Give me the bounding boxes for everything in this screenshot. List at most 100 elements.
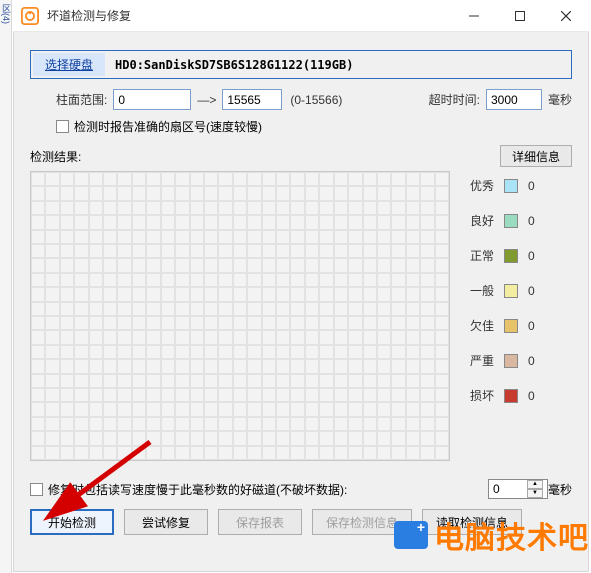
save-report-button[interactable]: 保存报表 — [218, 509, 302, 535]
grid-cell — [146, 431, 160, 445]
grid-cell — [363, 230, 377, 244]
repair-slow-checkbox[interactable] — [30, 483, 43, 496]
save-scan-info-button[interactable]: 保存检测信息 — [312, 509, 412, 535]
grid-cell — [74, 359, 88, 373]
grid-cell — [363, 215, 377, 229]
grid-cell — [31, 330, 45, 344]
grid-cell — [132, 402, 146, 416]
grid-cell — [247, 345, 261, 359]
spinner-buttons[interactable]: ▲▼ — [527, 480, 543, 498]
grid-cell — [161, 316, 175, 330]
grid-cell — [334, 230, 348, 244]
grid-cell — [190, 359, 204, 373]
grid-cell — [103, 287, 117, 301]
grid-cell — [132, 258, 146, 272]
grid-cell — [406, 186, 420, 200]
grid-cell — [103, 244, 117, 258]
grid-cell — [175, 431, 189, 445]
grid-cell — [45, 273, 59, 287]
grid-cell — [132, 172, 146, 186]
grid-cell — [334, 374, 348, 388]
grid-cell — [161, 374, 175, 388]
try-repair-button[interactable]: 尝试修复 — [124, 509, 208, 535]
grid-cell — [60, 172, 74, 186]
grid-cell — [218, 230, 232, 244]
grid-cell — [247, 186, 261, 200]
grid-cell — [435, 201, 449, 215]
grid-cell — [103, 431, 117, 445]
close-button[interactable] — [543, 0, 589, 32]
grid-cell — [74, 302, 88, 316]
legend-name: 优秀 — [470, 177, 504, 194]
grid-cell — [233, 359, 247, 373]
load-scan-info-button[interactable]: 读取检测信息 — [422, 509, 522, 535]
grid-cell — [262, 287, 276, 301]
start-scan-button[interactable]: 开始检测 — [30, 509, 114, 535]
legend-count: 0 — [528, 214, 548, 228]
range-from-input[interactable] — [113, 89, 191, 110]
grid-cell — [276, 330, 290, 344]
grid-cell — [175, 359, 189, 373]
grid-cell — [60, 316, 74, 330]
timeout-unit: 毫秒 — [548, 91, 572, 108]
grid-cell — [132, 359, 146, 373]
grid-cell — [305, 201, 319, 215]
range-to-input[interactable] — [222, 89, 282, 110]
grid-cell — [161, 172, 175, 186]
range-hint: (0-15566) — [290, 93, 342, 107]
grid-cell — [74, 374, 88, 388]
grid-cell — [262, 402, 276, 416]
grid-cell — [45, 345, 59, 359]
grid-cell — [103, 374, 117, 388]
grid-cell — [290, 345, 304, 359]
grid-cell — [89, 258, 103, 272]
grid-cell — [276, 186, 290, 200]
grid-cell — [45, 316, 59, 330]
grid-cell — [175, 258, 189, 272]
grid-cell — [233, 287, 247, 301]
grid-cell — [420, 287, 434, 301]
grid-cell — [204, 345, 218, 359]
grid-cell — [89, 374, 103, 388]
grid-cell — [391, 374, 405, 388]
grid-cell — [262, 258, 276, 272]
grid-cell — [290, 431, 304, 445]
grid-cell — [377, 446, 391, 460]
grid-cell — [233, 201, 247, 215]
grid-cell — [363, 446, 377, 460]
repair-threshold-input[interactable] — [489, 481, 527, 497]
detail-info-button[interactable]: 详细信息 — [500, 145, 572, 167]
repair-slow-label: 修复时包括读写速度慢于此毫秒数的好磁道(不破坏数据): — [48, 481, 347, 498]
grid-cell — [60, 302, 74, 316]
grid-cell — [262, 273, 276, 287]
grid-cell — [233, 417, 247, 431]
grid-cell — [290, 258, 304, 272]
grid-cell — [117, 330, 131, 344]
grid-cell — [204, 201, 218, 215]
grid-cell — [117, 172, 131, 186]
grid-cell — [305, 330, 319, 344]
maximize-button[interactable] — [497, 0, 543, 32]
grid-cell — [290, 446, 304, 460]
grid-cell — [175, 244, 189, 258]
grid-cell — [377, 230, 391, 244]
grid-cell — [319, 330, 333, 344]
accurate-report-checkbox[interactable] — [56, 120, 69, 133]
grid-cell — [233, 316, 247, 330]
grid-cell — [74, 215, 88, 229]
repair-threshold-spinner[interactable]: ▲▼ — [488, 479, 548, 499]
grid-cell — [233, 446, 247, 460]
titlebar: 坏道检测与修复 — [13, 0, 589, 32]
grid-cell — [146, 417, 160, 431]
grid-cell — [45, 330, 59, 344]
grid-cell — [319, 244, 333, 258]
select-disk-button[interactable]: 选择硬盘 — [33, 53, 105, 76]
minimize-button[interactable] — [451, 0, 497, 32]
grid-cell — [190, 388, 204, 402]
grid-cell — [391, 287, 405, 301]
grid-cell — [262, 244, 276, 258]
timeout-input[interactable] — [486, 89, 542, 110]
grid-cell — [204, 388, 218, 402]
grid-cell — [420, 244, 434, 258]
grid-cell — [363, 186, 377, 200]
